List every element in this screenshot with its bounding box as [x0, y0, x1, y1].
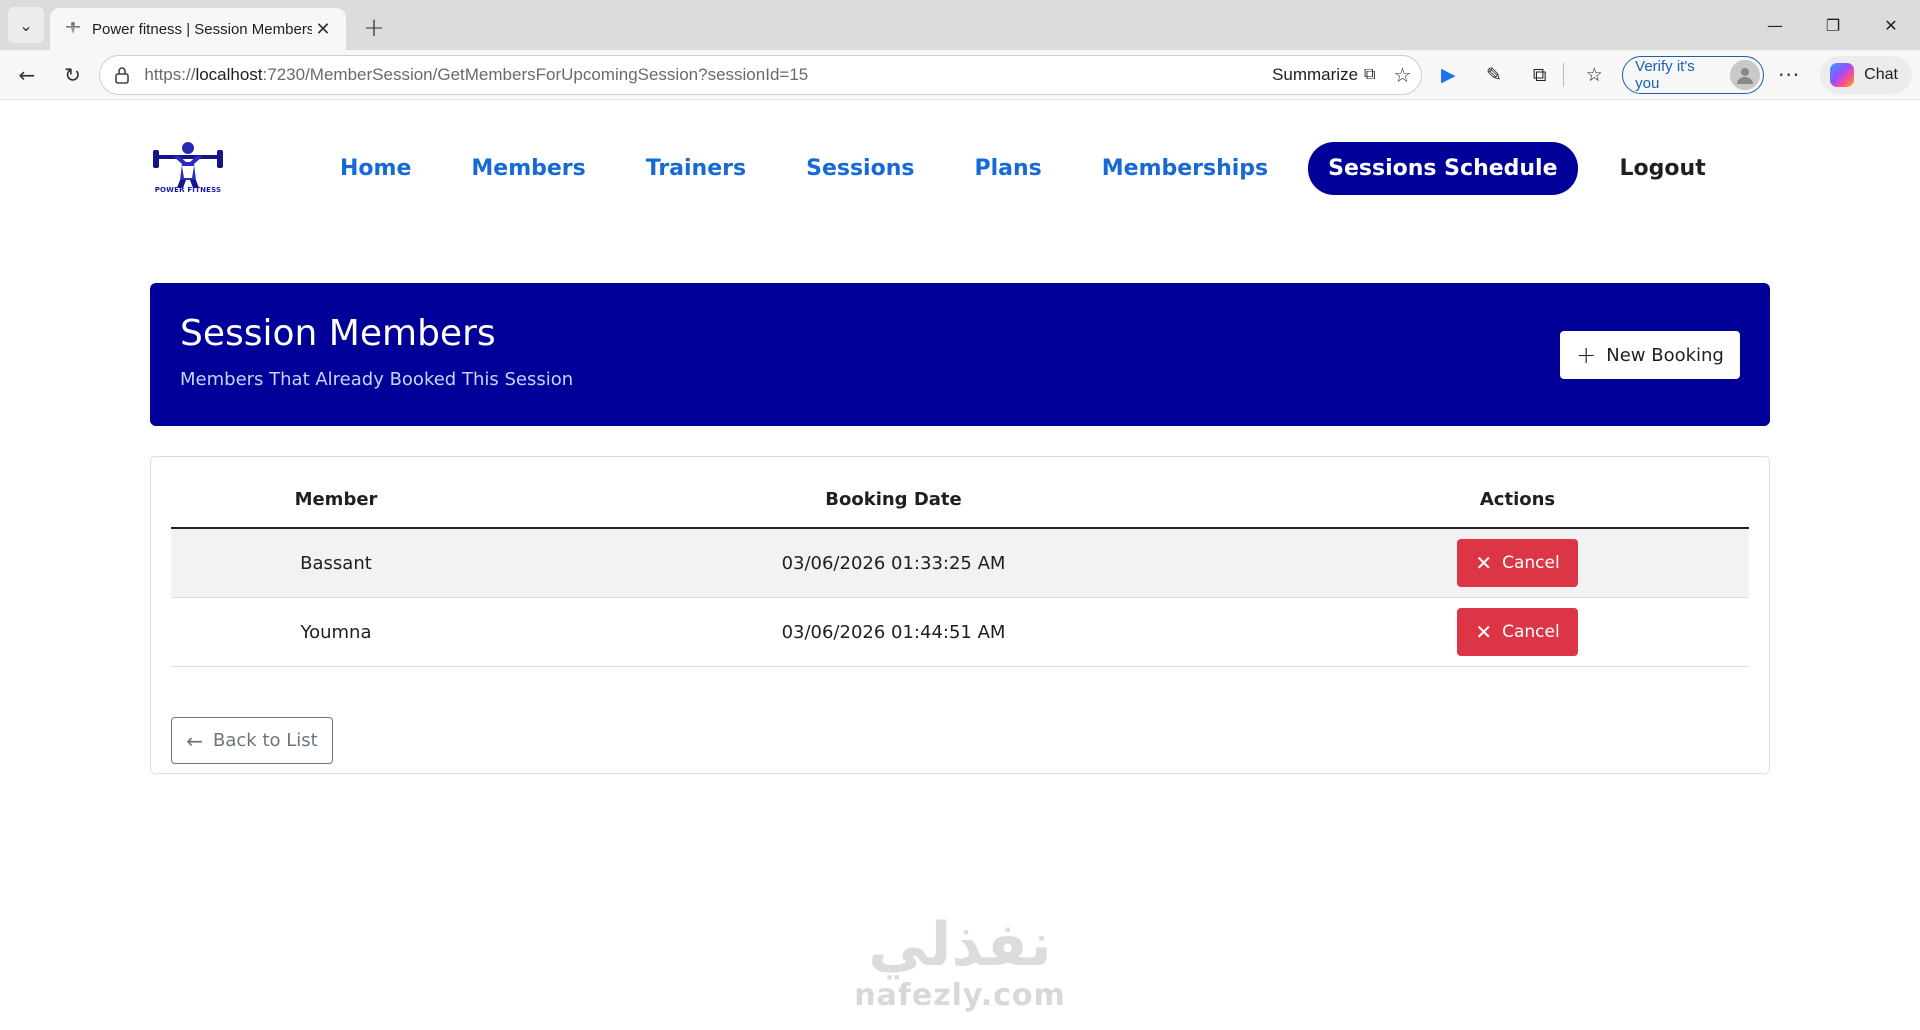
power-fitness-logo[interactable]: POWER FITNESS: [150, 136, 226, 202]
nav-trainers[interactable]: Trainers: [646, 156, 746, 181]
nav-memberships[interactable]: Memberships: [1102, 156, 1268, 181]
verify-label: Verify it's you: [1635, 57, 1695, 92]
browser-tab-strip: ⌄ Power fitness | Session Members ✕ + — …: [0, 0, 1920, 50]
cancel-booking-button[interactable]: ✕ Cancel: [1457, 539, 1578, 587]
profile-avatar-icon: [1730, 59, 1761, 90]
back-label: Back to List: [213, 730, 318, 751]
chevron-down-icon: ⌄: [19, 15, 33, 35]
actions-cell: ✕ Cancel: [1286, 539, 1749, 587]
close-tab-icon[interactable]: ✕: [312, 19, 334, 40]
favorites-list-icon[interactable]: ☆: [1574, 55, 1614, 95]
nav-home[interactable]: Home: [340, 156, 411, 181]
url-host: localhost: [195, 64, 263, 84]
page-subtitle: Members That Already Booked This Session: [180, 369, 574, 390]
plus-icon: +: [1576, 341, 1597, 369]
summarize-label: Summarize: [1272, 64, 1359, 84]
logo-text: POWER FITNESS: [154, 186, 222, 194]
cancel-label: Cancel: [1502, 553, 1560, 573]
browser-tab[interactable]: Power fitness | Session Members ✕: [50, 8, 346, 50]
toolbar-divider: [1563, 62, 1565, 87]
minimize-button[interactable]: —: [1746, 0, 1804, 50]
reload-icon: ↻: [64, 62, 81, 87]
header-member: Member: [294, 488, 378, 510]
nav-sessions-schedule[interactable]: Sessions Schedule: [1308, 142, 1578, 195]
back-nav-button[interactable]: ←: [8, 56, 46, 94]
close-icon: ✕: [1475, 620, 1493, 644]
more-menu-icon[interactable]: ···: [1778, 63, 1800, 87]
table-header: Member Booking Date Actions: [171, 471, 1749, 529]
member-name: Youmna: [300, 621, 372, 643]
restore-icon: ❐: [1825, 15, 1841, 35]
arrow-left-icon: ←: [18, 62, 36, 87]
close-icon: ✕: [1884, 15, 1898, 35]
url-text[interactable]: https://localhost:7230/MemberSession/Get…: [144, 65, 1272, 85]
favorite-star-icon[interactable]: ☆: [1393, 63, 1411, 87]
watermark-arabic: نفذلي: [868, 910, 1052, 980]
header-booking-date: Booking Date: [825, 488, 962, 510]
member-name: Bassant: [300, 552, 372, 574]
members-card: Member Booking Date Actions Bassant 03/0…: [150, 456, 1770, 774]
extensions-puzzle-icon[interactable]: ⧉: [1520, 55, 1560, 95]
booking-date: 03/06/2026 01:33:25 AM: [781, 552, 1006, 574]
weightlifter-logo-icon: [153, 142, 223, 188]
address-bar[interactable]: https://localhost:7230/MemberSession/Get…: [99, 54, 1423, 95]
cancel-booking-button[interactable]: ✕ Cancel: [1457, 608, 1578, 656]
summarize-icon: ⧉: [1364, 65, 1376, 83]
booking-date: 03/06/2026 01:44:51 AM: [781, 621, 1006, 643]
close-window-button[interactable]: ✕: [1862, 0, 1920, 50]
nav-plans[interactable]: Plans: [974, 156, 1041, 181]
summarize-button[interactable]: Summarize ⧉: [1272, 65, 1375, 85]
arrow-left-icon: ←: [186, 728, 204, 753]
copilot-logo-icon: [1830, 62, 1855, 87]
nav-sessions[interactable]: Sessions: [806, 156, 914, 181]
members-table: Member Booking Date Actions Bassant 03/0…: [171, 471, 1749, 667]
table-row: Youmna 03/06/2026 01:44:51 AM ✕ Cancel: [171, 598, 1749, 667]
weightlifter-favicon-icon: [64, 20, 82, 38]
restore-button[interactable]: ❐: [1804, 0, 1862, 50]
verify-profile-button[interactable]: Verify it's you: [1622, 55, 1765, 94]
eyedropper-extension-icon[interactable]: ✎: [1474, 55, 1514, 95]
main-nav: Home Members Trainers Sessions Plans Mem…: [340, 142, 1766, 195]
chat-label: Chat: [1864, 65, 1898, 83]
back-to-list-button[interactable]: ← Back to List: [171, 717, 333, 764]
close-icon: ✕: [1475, 551, 1493, 575]
nafezly-watermark: نفذلي nafezly.com: [850, 912, 1070, 1013]
new-booking-label: New Booking: [1606, 344, 1724, 366]
plus-icon: +: [363, 13, 385, 43]
new-booking-button[interactable]: + New Booking: [1560, 331, 1740, 379]
nav-members[interactable]: Members: [471, 156, 585, 181]
tab-title: Power fitness | Session Members: [92, 20, 312, 38]
page-content: POWER FITNESS Home Members Trainers Sess…: [0, 100, 1920, 1030]
play-extension-icon[interactable]: ▶: [1428, 55, 1468, 95]
actions-cell: ✕ Cancel: [1286, 608, 1749, 656]
minimize-icon: —: [1767, 15, 1783, 35]
nav-logout[interactable]: Logout: [1620, 156, 1706, 181]
lock-icon[interactable]: [112, 65, 132, 85]
cancel-label: Cancel: [1502, 622, 1560, 642]
url-prefix: https://: [144, 64, 196, 84]
tab-list-button[interactable]: ⌄: [8, 7, 44, 43]
watermark-latin: nafezly.com: [854, 978, 1066, 1013]
url-path: :7230/MemberSession/GetMembersForUpcomin…: [262, 64, 809, 84]
header-actions: Actions: [1479, 488, 1556, 510]
table-row: Bassant 03/06/2026 01:33:25 AM ✕ Cancel: [171, 529, 1749, 598]
browser-toolbar: ← ↻ https://localhost:7230/MemberSession…: [0, 50, 1920, 100]
page-title: Session Members: [180, 313, 496, 354]
reload-button[interactable]: ↻: [54, 56, 92, 94]
window-controls: — ❐ ✕: [1746, 0, 1920, 50]
page-header-banner: Session Members Members That Already Boo…: [150, 283, 1770, 426]
new-tab-button[interactable]: +: [356, 10, 392, 46]
copilot-chat-button[interactable]: Chat: [1820, 55, 1912, 94]
site-navbar: POWER FITNESS Home Members Trainers Sess…: [150, 126, 1770, 206]
